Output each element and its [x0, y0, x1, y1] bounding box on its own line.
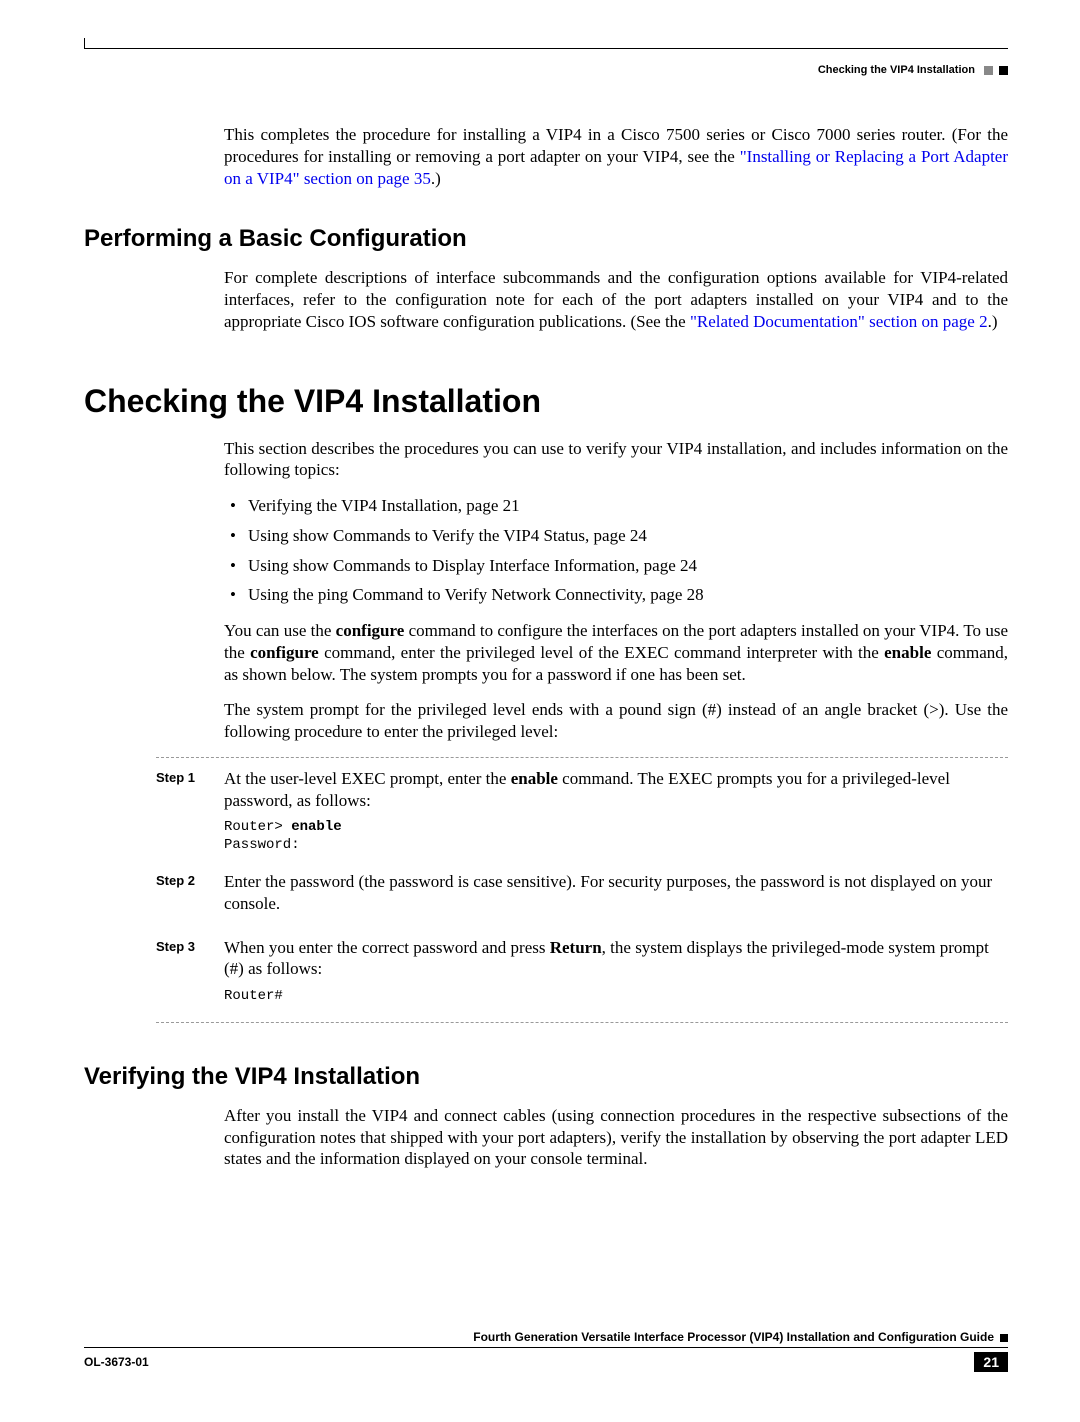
topic-list: Verifying the VIP4 Installation, page 21…: [224, 495, 1008, 606]
link-related-doc[interactable]: "Related Documentation" section on page …: [690, 312, 988, 331]
code-block: Router> enable Password:: [224, 819, 1008, 855]
step-row: Step 3 When you enter the correct passwo…: [156, 937, 1008, 1008]
code-block: Router#: [224, 988, 1008, 1006]
divider: [156, 757, 1008, 758]
steps-block: Step 1 At the user-level EXEC prompt, en…: [156, 768, 1008, 1008]
intro-block: This completes the procedure for install…: [224, 124, 1008, 189]
list-item: Verifying the VIP4 Installation, page 21: [224, 495, 1008, 517]
heading-checking: Checking the VIP4 Installation: [84, 383, 1008, 420]
step-row: Step 2 Enter the password (the password …: [156, 871, 1008, 923]
verifying-paragraph: After you install the VIP4 and connect c…: [224, 1105, 1008, 1170]
step-label: Step 3: [156, 937, 224, 1008]
intro-paragraph: This completes the procedure for install…: [224, 124, 1008, 189]
running-header-text: Checking the VIP4 Installation: [818, 64, 975, 76]
step-label: Step 2: [156, 871, 224, 923]
list-item: Using the ping Command to Verify Network…: [224, 584, 1008, 606]
footer-doc-id: OL-3673-01: [84, 1355, 149, 1369]
configure-paragraph: You can use the configure command to con…: [224, 620, 1008, 685]
document-page: Checking the VIP4 Installation This comp…: [0, 0, 1080, 1422]
list-item: Using show Commands to Verify the VIP4 S…: [224, 525, 1008, 547]
prompt-paragraph: The system prompt for the privileged lev…: [224, 699, 1008, 743]
list-item: Using show Commands to Display Interface…: [224, 555, 1008, 577]
step-label: Step 1: [156, 768, 224, 857]
footer-doc-title: Fourth Generation Versatile Interface Pr…: [84, 1330, 1008, 1347]
heading-performing: Performing a Basic Configuration: [84, 225, 1008, 253]
header-rule: [84, 38, 1008, 58]
running-header: Checking the VIP4 Installation: [84, 64, 1008, 76]
page-footer: Fourth Generation Versatile Interface Pr…: [84, 1330, 1008, 1372]
checking-intro: This section describes the procedures yo…: [224, 438, 1008, 482]
verifying-block: After you install the VIP4 and connect c…: [224, 1105, 1008, 1170]
performing-paragraph: For complete descriptions of interface s…: [224, 267, 1008, 332]
step-body: At the user-level EXEC prompt, enter the…: [224, 768, 1008, 857]
divider: [156, 1022, 1008, 1023]
step-body: Enter the password (the password is case…: [224, 871, 1008, 923]
performing-block: For complete descriptions of interface s…: [224, 267, 1008, 332]
step-body: When you enter the correct password and …: [224, 937, 1008, 1008]
heading-verifying: Verifying the VIP4 Installation: [84, 1063, 1008, 1091]
step-row: Step 1 At the user-level EXEC prompt, en…: [156, 768, 1008, 857]
checking-block: This section describes the procedures yo…: [224, 438, 1008, 743]
page-number: 21: [974, 1352, 1008, 1372]
